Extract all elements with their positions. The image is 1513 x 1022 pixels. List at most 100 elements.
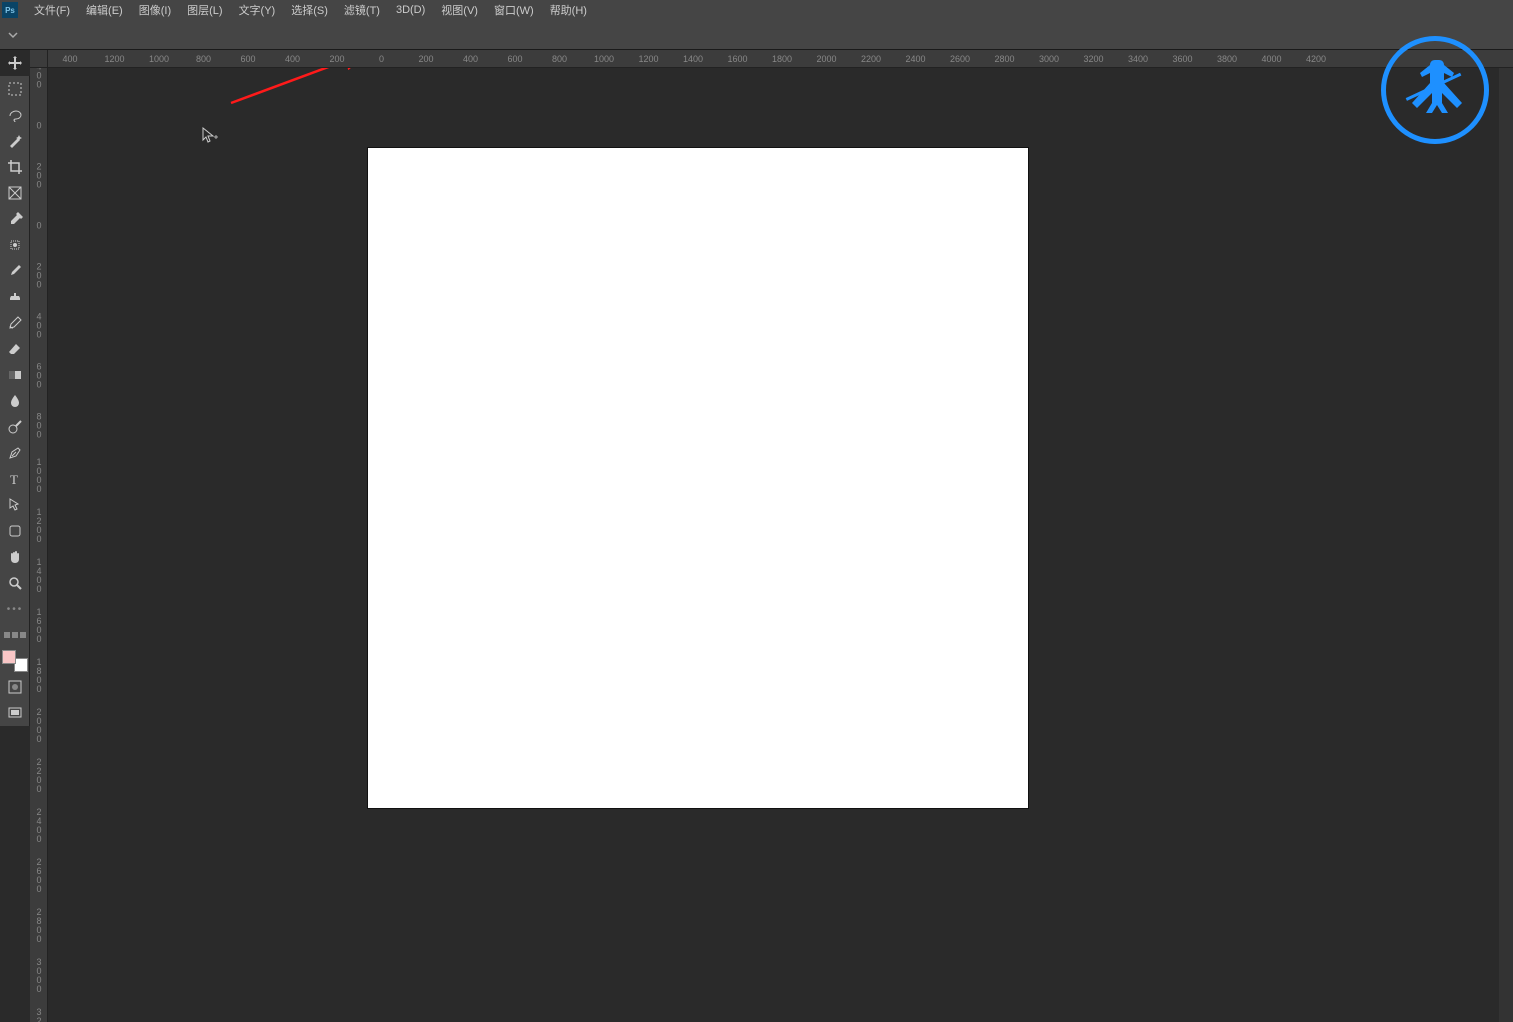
canvas[interactable] xyxy=(368,148,1028,808)
svg-text:T: T xyxy=(10,472,18,487)
ruler-tick: 600 xyxy=(240,54,255,64)
ruler-tick: 800 xyxy=(196,54,211,64)
toolbox: T ••• xyxy=(0,50,30,726)
eraser-tool[interactable] xyxy=(0,336,30,362)
frame-tool[interactable] xyxy=(0,180,30,206)
ruler-tick: 200 xyxy=(33,163,45,190)
ruler-tick: 2000 xyxy=(816,54,836,64)
foreground-color[interactable] xyxy=(2,650,16,664)
menu-3d[interactable]: 3D(D) xyxy=(388,2,433,18)
more-tools[interactable]: ••• xyxy=(0,596,30,622)
screenmode-toggle[interactable] xyxy=(0,700,30,726)
history-brush-tool[interactable] xyxy=(0,310,30,336)
menu-file[interactable]: 文件(F) xyxy=(26,0,78,20)
options-expand-icon[interactable] xyxy=(6,28,20,42)
ruler-tick: 1400 xyxy=(683,54,703,64)
eyedropper-tool[interactable] xyxy=(0,206,30,232)
ruler-tick: 2600 xyxy=(950,54,970,64)
clone-stamp-tool[interactable] xyxy=(0,284,30,310)
ruler-tick: 1600 xyxy=(33,608,45,644)
menu-bar: Ps 文件(F) 编辑(E) 图像(I) 图层(L) 文字(Y) 选择(S) 滤… xyxy=(0,0,1513,20)
ruler-vertical[interactable]: 4000200020040060080010001200140016001800… xyxy=(30,68,48,1022)
shape-tool[interactable] xyxy=(0,518,30,544)
ruler-horizontal[interactable]: 4001200100080060040020002004006008001000… xyxy=(48,50,1513,68)
pen-tool[interactable] xyxy=(0,440,30,466)
ruler-tick: 400 xyxy=(33,313,45,340)
spot-heal-tool[interactable] xyxy=(0,232,30,258)
brush-tool[interactable] xyxy=(0,258,30,284)
scrollbar-vertical[interactable] xyxy=(1499,68,1513,1022)
ruler-tick: 2200 xyxy=(33,758,45,794)
watermark-logo xyxy=(1381,36,1489,144)
magic-wand-tool[interactable] xyxy=(0,128,30,154)
cursor-icon xyxy=(201,126,219,147)
hand-tool[interactable] xyxy=(0,544,30,570)
ruler-tick: 3000 xyxy=(1039,54,1059,64)
options-bar xyxy=(0,20,1513,50)
marquee-tool[interactable] xyxy=(0,76,30,102)
ruler-tick: 600 xyxy=(33,363,45,390)
ruler-tick: 2400 xyxy=(33,808,45,844)
menu-view[interactable]: 视图(V) xyxy=(433,0,486,20)
color-swatch[interactable] xyxy=(2,650,28,672)
ruler-tick: 3400 xyxy=(1128,54,1148,64)
app-icon: Ps xyxy=(2,2,18,18)
gradient-tool[interactable] xyxy=(0,362,30,388)
menu-help[interactable]: 帮助(H) xyxy=(542,0,595,20)
ruler-tick: 2200 xyxy=(861,54,881,64)
canvas-viewport[interactable] xyxy=(48,68,1513,1022)
menu-select[interactable]: 选择(S) xyxy=(283,0,336,20)
menu-image[interactable]: 图像(I) xyxy=(131,0,179,20)
ruler-tick: 1600 xyxy=(727,54,747,64)
ruler-tick: 3200 xyxy=(33,1008,45,1022)
ruler-tick: 2800 xyxy=(994,54,1014,64)
path-select-tool[interactable] xyxy=(0,492,30,518)
ruler-tick: 2000 xyxy=(33,708,45,744)
ruler-tick: 400 xyxy=(285,54,300,64)
ruler-tick: 3000 xyxy=(33,958,45,994)
ruler-tick: 1400 xyxy=(33,558,45,594)
ruler-tick: 0 xyxy=(33,222,45,231)
ruler-corner xyxy=(30,50,48,68)
ruler-tick: 3200 xyxy=(1083,54,1103,64)
zoom-tool[interactable] xyxy=(0,570,30,596)
ruler-tick: 200 xyxy=(329,54,344,64)
quickmask-toggle[interactable] xyxy=(0,674,30,700)
ruler-tick: 1800 xyxy=(33,658,45,694)
menu-edit[interactable]: 编辑(E) xyxy=(78,0,131,20)
ruler-tick: 4200 xyxy=(1306,54,1326,64)
menu-filter[interactable]: 滤镜(T) xyxy=(336,0,388,20)
ruler-tick: 1800 xyxy=(772,54,792,64)
ruler-tick: 400 xyxy=(463,54,478,64)
move-tool[interactable] xyxy=(0,50,30,76)
ruler-tick: 0 xyxy=(379,54,384,64)
annotation-arrow xyxy=(226,68,376,111)
ruler-tick: 2600 xyxy=(33,858,45,894)
menu-layer[interactable]: 图层(L) xyxy=(179,0,230,20)
ruler-tick: 1200 xyxy=(104,54,124,64)
ruler-tick: 1000 xyxy=(594,54,614,64)
ruler-tick: 1200 xyxy=(638,54,658,64)
ruler-tick: 400 xyxy=(62,54,77,64)
ruler-tick: 800 xyxy=(33,413,45,440)
ruler-tick: 200 xyxy=(418,54,433,64)
ruler-tick: 2400 xyxy=(905,54,925,64)
type-tool[interactable]: T xyxy=(0,466,30,492)
ruler-tick: 3800 xyxy=(1217,54,1237,64)
ruler-tick: 1000 xyxy=(149,54,169,64)
ruler-tick: 0 xyxy=(33,122,45,131)
dodge-tool[interactable] xyxy=(0,414,30,440)
ruler-tick: 400 xyxy=(33,68,45,90)
menu-type[interactable]: 文字(Y) xyxy=(231,0,284,20)
edit-toolbar[interactable] xyxy=(0,622,30,648)
ruler-tick: 200 xyxy=(33,263,45,290)
ruler-tick: 600 xyxy=(507,54,522,64)
menu-window[interactable]: 窗口(W) xyxy=(486,0,542,20)
ruler-tick: 800 xyxy=(552,54,567,64)
ruler-tick: 1200 xyxy=(33,508,45,544)
background-color[interactable] xyxy=(14,658,28,672)
lasso-tool[interactable] xyxy=(0,102,30,128)
blur-tool[interactable] xyxy=(0,388,30,414)
crop-tool[interactable] xyxy=(0,154,30,180)
workspace: 4001200100080060040020002004006008001000… xyxy=(30,50,1513,1022)
